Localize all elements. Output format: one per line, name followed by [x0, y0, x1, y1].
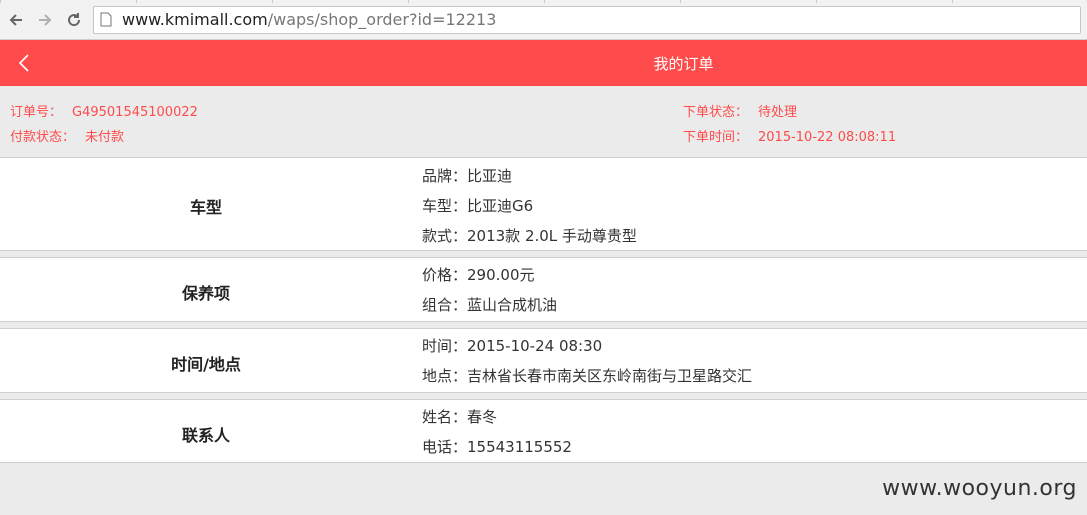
section-maintenance: 保养项 价格：290.00元 组合：蓝山合成机油	[0, 257, 1087, 322]
pay-status: 付款状态： 未付款	[10, 130, 125, 145]
order-summary: 订单号： G49501545100022 付款状态： 未付款 下单状态： 待处理 下单…	[0, 86, 1087, 158]
address-bar[interactable]: www.kmimall.com/waps/shop_order?id=12213	[93, 5, 1081, 34]
price: 价格：290.00元	[422, 266, 535, 284]
watermark: www.wooyun.org	[882, 476, 1077, 501]
section-label: 时间/地点	[171, 355, 241, 374]
order-number: 订单号： G49501545100022	[10, 105, 198, 120]
forward-icon[interactable]	[32, 7, 58, 33]
contact-phone: 电话：15543115552	[422, 438, 572, 456]
chevron-left-icon[interactable]	[14, 52, 36, 74]
order-time: 下单时间： 2015-10-22 08:08:11	[683, 130, 897, 145]
section-label: 联系人	[181, 426, 230, 445]
section-time-place: 时间/地点 时间：2015-10-24 08:30 地点：吉林省长春市南关区东岭…	[0, 328, 1087, 393]
contact-name: 姓名：春冬	[422, 408, 498, 426]
section-contact: 联系人 姓名：春冬 电话：15543115552	[0, 399, 1087, 463]
vehicle-style: 款式：2013款 2.0L 手动尊贵型	[422, 227, 637, 245]
package: 组合：蓝山合成机油	[422, 296, 558, 314]
section-label: 车型	[189, 198, 222, 217]
app-header: 我的订单	[0, 40, 1087, 86]
vehicle-model: 车型：比亚迪G6	[422, 197, 534, 215]
page-icon	[100, 10, 118, 30]
appointment-place: 地点：吉林省长春市南关区东岭南街与卫星路交汇	[422, 367, 753, 385]
reload-icon[interactable]	[61, 7, 87, 33]
back-icon[interactable]	[3, 7, 29, 33]
browser-toolbar: www.kmimall.com/waps/shop_order?id=12213	[0, 0, 1087, 40]
section-label: 保养项	[181, 284, 230, 303]
page-title: 我的订单	[653, 54, 714, 73]
url-text: www.kmimall.com/waps/shop_order?id=12213	[122, 10, 497, 29]
section-vehicle: 车型 品牌：比亚迪 车型：比亚迪G6 款式：2013款 2.0L 手动尊贵型	[0, 158, 1087, 251]
order-status: 下单状态： 待处理	[683, 105, 798, 120]
appointment-time: 时间：2015-10-24 08:30	[422, 337, 603, 355]
tab-strip	[0, 0, 1087, 3]
vehicle-brand: 品牌：比亚迪	[422, 167, 513, 185]
